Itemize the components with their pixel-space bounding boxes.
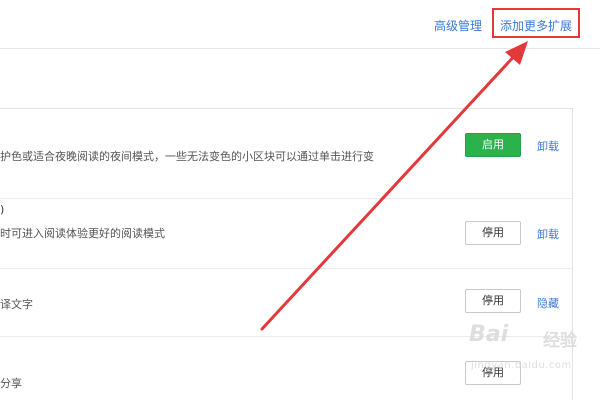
uninstall-link[interactable]: 卸载 <box>537 138 559 154</box>
extension-description: 时可进入阅读体验更好的阅读模式 <box>0 227 165 240</box>
baidu-jingyan-watermark: Bai 经验 jingyan.baidu.com <box>455 318 595 394</box>
disable-button[interactable]: 停用 <box>465 289 521 313</box>
watermark-suffix: 经验 <box>543 331 577 351</box>
annotation-highlight-box <box>492 8 580 38</box>
extension-row: ) 时可进入阅读体验更好的阅读模式 停用 卸载 <box>0 199 572 269</box>
hide-link[interactable]: 隐藏 <box>537 295 559 311</box>
extension-description: 护色或适合夜晚阅读的夜间模式，一些无法变色的小区块可以通过单击进行变 <box>0 150 374 163</box>
advanced-management-link[interactable]: 高级管理 <box>434 17 482 34</box>
extension-description: 分享 <box>0 377 22 390</box>
disable-button[interactable]: 停用 <box>465 221 521 245</box>
uninstall-link[interactable]: 卸载 <box>537 226 559 242</box>
watermark-url: jingyan.baidu.com <box>471 360 572 371</box>
extension-row: 护色或适合夜晚阅读的夜间模式，一些无法变色的小区块可以通过单击进行变 启用 卸载 <box>0 109 572 199</box>
extension-settings-page: 高级管理 添加更多扩展 护色或适合夜晚阅读的夜间模式，一些无法变色的小区块可以通… <box>0 0 600 400</box>
extension-description: 译文字 <box>0 298 33 311</box>
enable-button[interactable]: 启用 <box>465 133 521 157</box>
watermark-brand: Bai <box>469 322 509 347</box>
extension-title: ) <box>0 203 5 216</box>
